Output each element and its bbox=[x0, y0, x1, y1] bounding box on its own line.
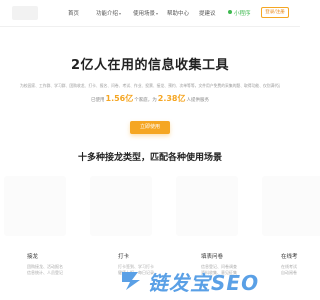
feature-desc-line: 信息统计、人员登记 bbox=[27, 270, 63, 275]
hero-description: 为校园家、工作群、学习群、团购收龙、打卡、报名、问卷、考试、作业、投票、接龙、预… bbox=[20, 83, 280, 88]
nav-feedback[interactable]: 提建议 bbox=[199, 9, 216, 17]
feature-title: 在线考 bbox=[281, 254, 298, 260]
stats-suffix: 人提供服务 bbox=[186, 98, 210, 103]
feature-card-image bbox=[90, 176, 152, 236]
nav-home[interactable]: 首页 bbox=[68, 9, 79, 17]
site-logo[interactable] bbox=[12, 6, 38, 20]
feature-title: 打卡 bbox=[118, 254, 130, 260]
section-title: 十多种接龙类型，匹配各种使用场景 bbox=[77, 153, 222, 163]
nav-cases-label: 使用场景 bbox=[133, 11, 156, 17]
watermark-text: 链发宝SEO bbox=[148, 271, 260, 295]
feature-item-jielong[interactable]: 接龙 团购接龙、活动报名 信息统计、人员登记 bbox=[27, 252, 97, 276]
start-using-button[interactable]: 立即使用 bbox=[130, 121, 170, 134]
feature-title: 接龙 bbox=[27, 254, 39, 260]
stats-prefix: 已使用 bbox=[91, 98, 105, 103]
chevron-down-icon: ▾ bbox=[156, 11, 159, 16]
nav-tools-label: 功能介绍 bbox=[96, 11, 119, 17]
stats-times-count: 2.38亿 bbox=[157, 94, 186, 103]
stats-middle: 个家庭，为 bbox=[134, 98, 157, 103]
stats-users-count: 1.56亿 bbox=[105, 94, 134, 103]
nav-tools[interactable]: 功能介绍▾ bbox=[96, 9, 121, 17]
chevron-down-icon: ▾ bbox=[119, 11, 122, 16]
nav-help[interactable]: 帮助中心 bbox=[167, 9, 189, 17]
hero-stats: 已使用1.56亿个家庭，为2.38亿人提供服务 bbox=[0, 93, 300, 104]
top-nav-bar: 首页 功能介绍▾ 使用场景▾ 帮助中心 提建议 小程序 登录/注册 bbox=[0, 0, 300, 27]
hero-title: 2亿人在用的信息收集工具 bbox=[70, 58, 230, 73]
watermark: 链发宝SEO bbox=[118, 266, 293, 295]
feature-card-image bbox=[262, 176, 320, 236]
mini-program-icon bbox=[228, 10, 232, 14]
nav-mini-program-label: 小程序 bbox=[234, 11, 251, 17]
nav-cases[interactable]: 使用场景▾ bbox=[133, 9, 158, 17]
watermark-logo-icon bbox=[122, 272, 140, 290]
feature-card-image bbox=[176, 176, 238, 236]
feature-title: 填表问卷 bbox=[201, 254, 224, 260]
feature-card-image bbox=[4, 176, 66, 236]
login-register-button[interactable]: 登录/注册 bbox=[261, 7, 289, 18]
nav-mini-program[interactable]: 小程序 bbox=[228, 9, 251, 17]
